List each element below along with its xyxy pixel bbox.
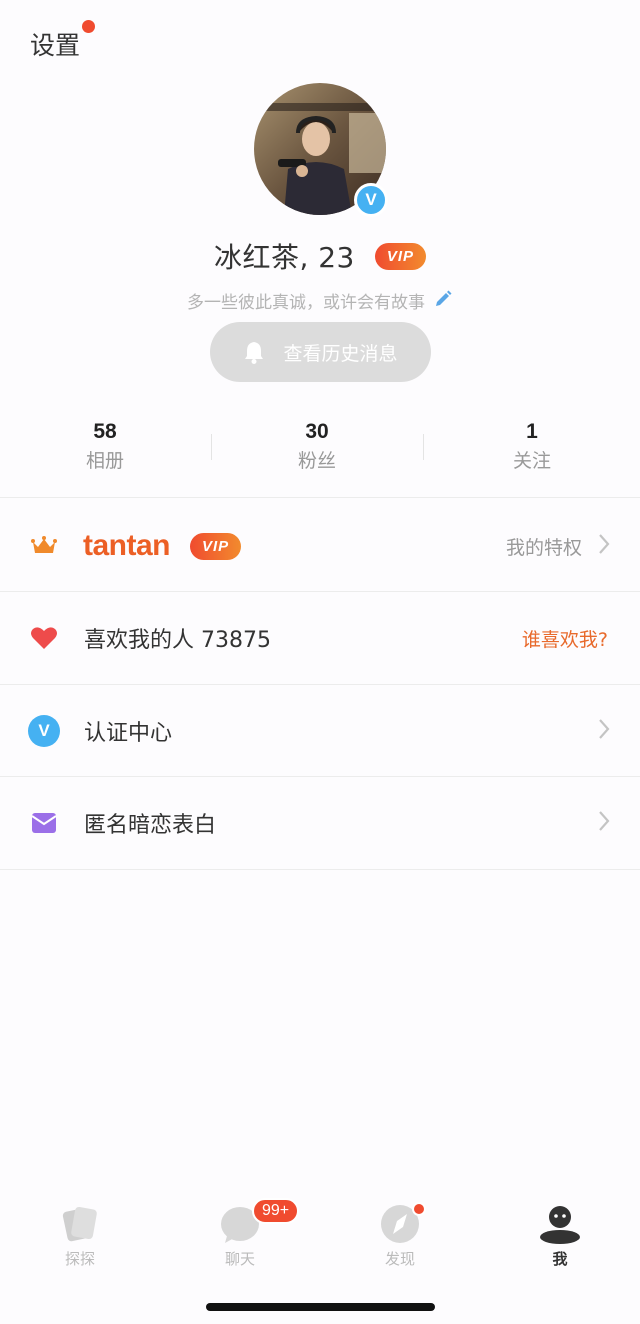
vip-badge[interactable]: VIP	[374, 242, 427, 270]
menu-row-certification[interactable]: V 认证中心	[0, 685, 640, 777]
history-button-label: 查看历史消息	[283, 342, 398, 365]
chat-icon: 99+	[200, 1198, 300, 1244]
stat-following-value: 1	[526, 420, 538, 443]
profile-icon	[520, 1200, 600, 1244]
menu-row-tantan-vip[interactable]: tantan VIP 我的特权	[0, 500, 640, 592]
stat-albums-value: 58	[93, 420, 117, 443]
likes-label: 喜欢我的人 73875	[84, 628, 271, 653]
cards-icon	[40, 1200, 120, 1244]
divider	[0, 869, 640, 870]
bell-icon	[245, 342, 264, 364]
menu-row-anonymous-confession[interactable]: 匿名暗恋表白	[0, 777, 640, 869]
tab-explore-label: 探探	[64, 1250, 95, 1268]
chevron-right-icon	[598, 533, 610, 559]
tab-explore[interactable]: 探探	[40, 1200, 120, 1269]
stat-following[interactable]: 1 关注	[472, 420, 592, 473]
tab-me[interactable]: 我	[520, 1200, 600, 1269]
anonymous-confession-label: 匿名暗恋表白	[84, 813, 217, 838]
discover-notification-dot	[412, 1202, 426, 1216]
chevron-right-icon	[598, 718, 610, 744]
settings-button[interactable]: 设置	[30, 26, 80, 62]
tab-me-label: 我	[552, 1250, 568, 1268]
chevron-right-icon	[598, 810, 610, 836]
verified-icon: V	[28, 715, 60, 747]
stats-bar: 58 相册 30 粉丝 1 关注	[0, 420, 640, 478]
crown-icon	[28, 530, 60, 562]
stat-divider	[211, 434, 212, 460]
compass-icon	[360, 1200, 440, 1244]
tantan-brand-logo: tantan	[83, 529, 171, 562]
profile-bio[interactable]: 多一些彼此真诚，或许会有故事	[187, 288, 425, 313]
tab-discover[interactable]: 发现	[360, 1200, 440, 1269]
envelope-icon	[28, 807, 60, 839]
verified-badge-icon: V	[354, 183, 388, 217]
heart-icon	[28, 622, 60, 654]
home-indicator[interactable]	[206, 1303, 435, 1311]
bottom-tab-bar: 探探 99+ 聊天 发现 我	[0, 1198, 640, 1280]
stat-fans-value: 30	[305, 420, 329, 443]
edit-pencil-icon[interactable]	[433, 289, 453, 313]
settings-notification-dot	[82, 20, 95, 33]
avatar-container[interactable]: V	[254, 83, 388, 217]
certification-label: 认证中心	[84, 721, 173, 746]
menu-row-likes[interactable]: 喜欢我的人 73875 谁喜欢我?	[0, 592, 640, 684]
who-likes-me-link[interactable]: 谁喜欢我?	[522, 625, 608, 652]
chat-unread-badge: 99+	[252, 1198, 300, 1224]
stat-following-label: 关注	[512, 450, 551, 472]
my-privileges-link[interactable]: 我的特权	[506, 533, 582, 560]
tab-discover-label: 发现	[384, 1250, 415, 1268]
profile-name: 冰红茶, 23	[213, 241, 355, 274]
stat-fans-label: 粉丝	[297, 450, 336, 472]
tab-chat[interactable]: 99+ 聊天	[200, 1198, 300, 1269]
view-history-messages-button[interactable]: 查看历史消息	[210, 322, 431, 382]
stat-divider	[423, 434, 424, 460]
tantan-vip-badge: VIP	[190, 532, 242, 560]
tab-chat-label: 聊天	[224, 1250, 255, 1268]
stat-fans[interactable]: 30 粉丝	[257, 420, 377, 473]
verified-circle: V	[28, 715, 60, 747]
stat-albums-label: 相册	[85, 450, 124, 472]
divider	[0, 497, 640, 498]
stat-albums[interactable]: 58 相册	[45, 420, 165, 473]
